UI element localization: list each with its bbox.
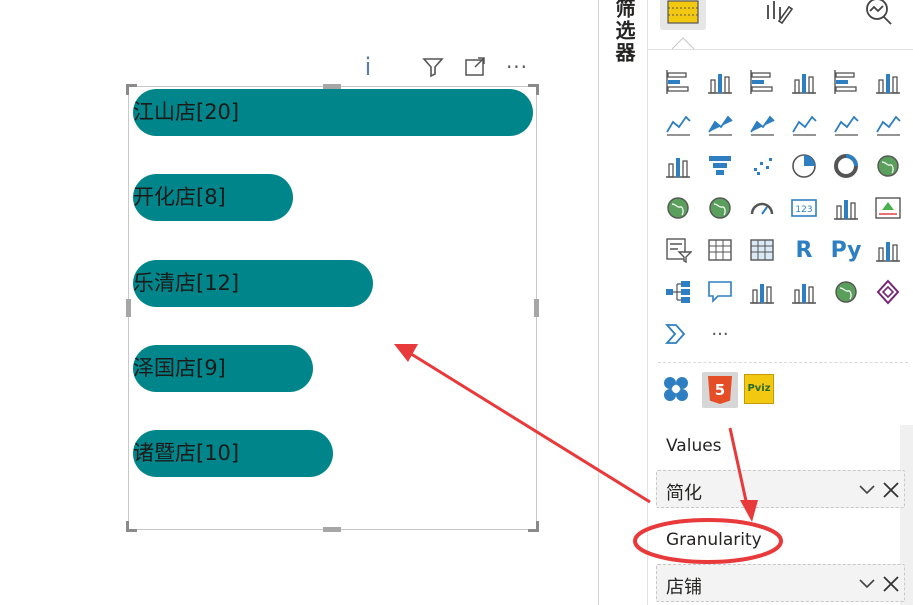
more-visuals-icon[interactable]: ···: [704, 318, 736, 350]
bar-label: 开化店[8]: [133, 185, 226, 210]
decomposition-tree-icon[interactable]: [662, 276, 694, 308]
more-options-icon[interactable]: ···: [504, 54, 530, 80]
stacked-column-chart-icon[interactable]: [704, 66, 736, 98]
funnel-chart-icon[interactable]: [704, 150, 736, 182]
svg-text:123: 123: [795, 205, 812, 215]
key-influencers-icon[interactable]: [872, 234, 904, 266]
custom-visual-icon[interactable]: [660, 373, 692, 405]
bar-label: 江山店[20]: [133, 100, 240, 124]
waterfall-chart-icon[interactable]: [662, 150, 694, 182]
clustered-bar-chart-icon[interactable]: [746, 66, 778, 98]
values-well-label: Values: [666, 436, 722, 456]
100-stacked-column-chart-icon[interactable]: [872, 66, 904, 98]
analytics-icon[interactable]: [856, 0, 902, 30]
python-visual-icon[interactable]: Py: [830, 234, 862, 266]
power-apps-icon[interactable]: [872, 276, 904, 308]
slicer-icon[interactable]: [662, 234, 694, 266]
kpi-icon[interactable]: [872, 192, 904, 224]
resize-handle-bottom[interactable]: [323, 527, 341, 532]
bar-3[interactable]: 泽国店[9]: [133, 344, 313, 392]
remove-field-icon[interactable]: [881, 574, 901, 594]
resize-corner-top-left[interactable]: [126, 84, 137, 95]
pane-pointer-icon: [672, 37, 694, 50]
values-field-well[interactable]: 简化: [656, 470, 905, 508]
bar-label: 乐清店[12]: [133, 270, 240, 295]
paginated-report-icon[interactable]: [788, 276, 820, 308]
bar-label: 泽国店[9]: [133, 355, 226, 380]
matrix-icon[interactable]: [746, 234, 778, 266]
power-automate-icon[interactable]: [662, 318, 694, 350]
report-canvas: i ··· 江山店[20] 开化店[8] 乐清店[12] 泽国店[9] 诸暨店[10]: [0, 0, 598, 605]
granularity-field-well[interactable]: 店铺: [656, 564, 905, 602]
clustered-column-chart-icon[interactable]: [788, 66, 820, 98]
pane-divider: [648, 49, 913, 50]
scatter-chart-icon[interactable]: [746, 150, 778, 182]
html5-visual-icon[interactable]: 5: [702, 372, 738, 408]
chevron-down-icon[interactable]: [857, 480, 877, 500]
line-and-column-chart-icon[interactable]: [788, 108, 820, 140]
bar-label: 诸暨店[10]: [133, 441, 240, 466]
build-visual-icon[interactable]: [660, 0, 706, 30]
area-chart-icon[interactable]: [704, 108, 736, 140]
granularity-field-name: 店铺: [666, 577, 702, 598]
info-icon[interactable]: i: [355, 53, 381, 81]
remove-field-icon[interactable]: [881, 480, 901, 500]
bar-4[interactable]: 诸暨店[10]: [133, 430, 333, 478]
pie-chart-icon[interactable]: [788, 150, 820, 182]
bar-2[interactable]: 乐清店[12]: [133, 259, 373, 307]
gauge-icon[interactable]: [746, 192, 778, 224]
gallery-divider: [658, 362, 908, 363]
table-icon[interactable]: [704, 234, 736, 266]
bar-1[interactable]: 开化店[8]: [133, 174, 293, 222]
100-stacked-bar-chart-icon[interactable]: [830, 66, 862, 98]
filled-map-icon[interactable]: [704, 192, 736, 224]
bar-0[interactable]: 江山店[20]: [133, 89, 533, 136]
pbiviz-icon[interactable]: Pviz: [744, 374, 774, 404]
qa-icon[interactable]: [704, 276, 736, 308]
line-chart-icon[interactable]: [662, 108, 694, 140]
focus-mode-icon[interactable]: [462, 54, 488, 80]
card-icon[interactable]: 123: [788, 192, 820, 224]
chevron-down-icon[interactable]: [857, 574, 877, 594]
stacked-area-chart-icon[interactable]: [746, 108, 778, 140]
arcgis-map-icon[interactable]: [830, 276, 862, 308]
format-visual-icon[interactable]: [756, 0, 802, 30]
smart-narrative-icon[interactable]: [746, 276, 778, 308]
resize-corner-bottom-left[interactable]: [126, 521, 137, 532]
r-visual-icon[interactable]: R: [788, 234, 820, 266]
donut-chart-icon[interactable]: [830, 150, 862, 182]
resize-corner-bottom-right[interactable]: [528, 521, 539, 532]
resize-handle-right[interactable]: [534, 299, 539, 317]
ribbon-chart-icon[interactable]: [872, 108, 904, 140]
filter-pane-collapsed[interactable]: [598, 0, 648, 605]
values-field-name: 简化: [666, 483, 702, 504]
visualizations-pane: 123 R Py ··· 5 Pviz: [648, 0, 913, 605]
stacked-bar-chart-icon[interactable]: [662, 66, 694, 98]
granularity-well-label: Granularity: [666, 530, 762, 550]
filter-pane-label[interactable]: 筛选器: [610, 0, 639, 64]
treemap-icon[interactable]: [872, 150, 904, 182]
resize-handle-left[interactable]: [126, 299, 131, 317]
map-icon[interactable]: [662, 192, 694, 224]
resize-corner-top-right[interactable]: [528, 84, 539, 95]
filter-icon[interactable]: [420, 54, 446, 80]
multi-row-card-icon[interactable]: [830, 192, 862, 224]
line-and-clustered-column-icon[interactable]: [830, 108, 862, 140]
